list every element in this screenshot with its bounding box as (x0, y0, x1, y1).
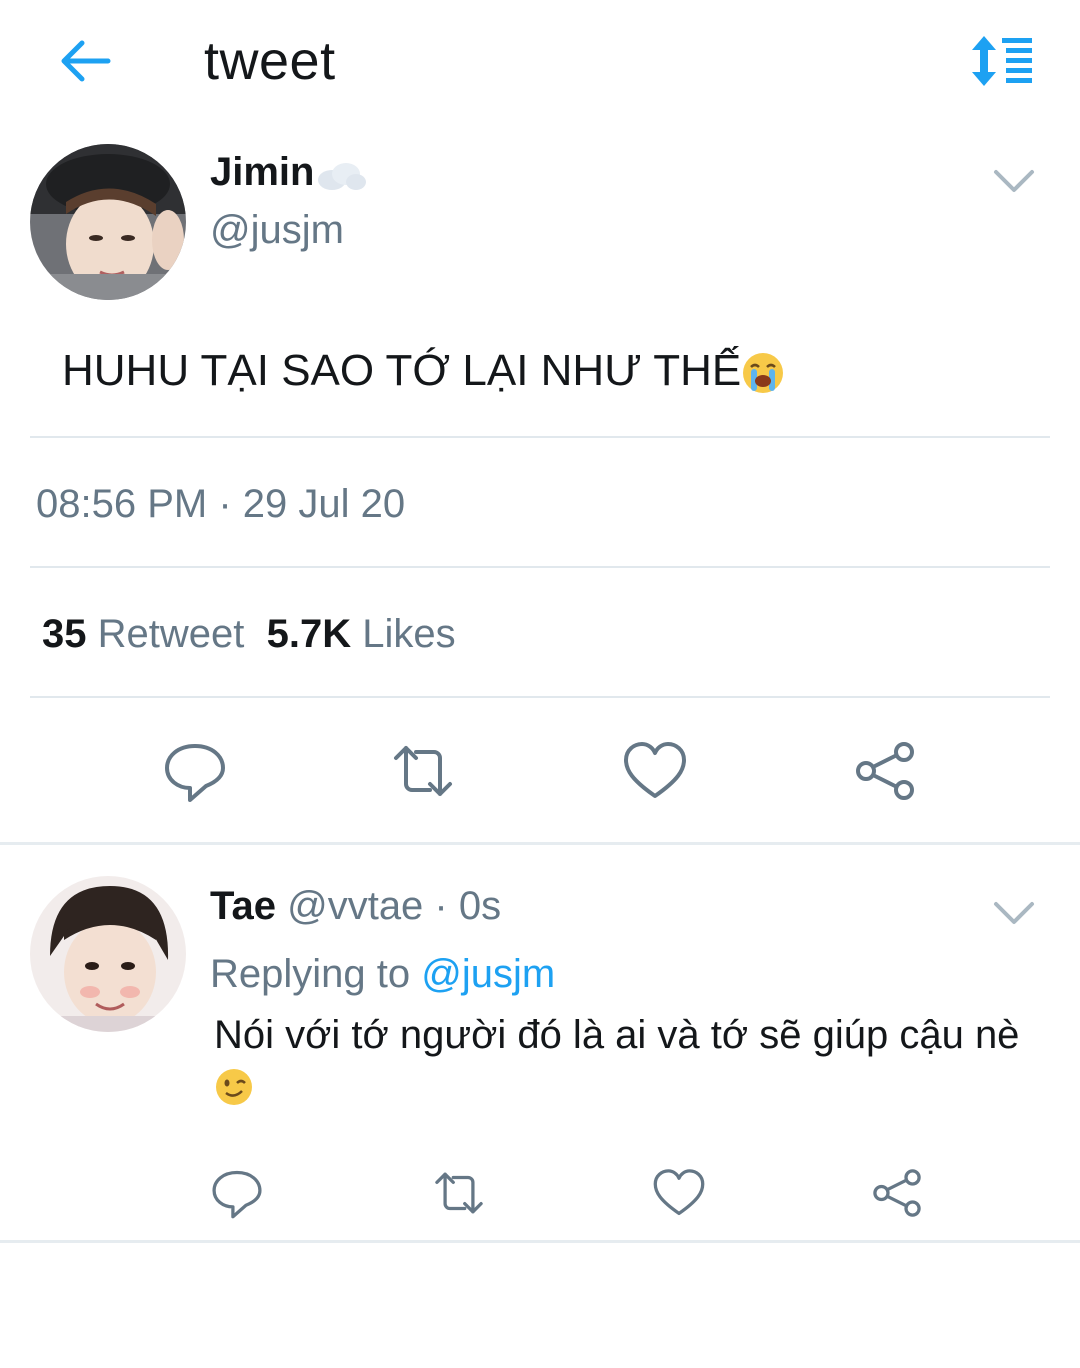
retweet-count[interactable]: 35 (42, 612, 87, 656)
share-icon[interactable] (852, 738, 918, 804)
reply-icon[interactable] (162, 738, 228, 804)
author-handle[interactable]: @jusjm (210, 208, 344, 253)
like-icon[interactable] (652, 1166, 706, 1220)
chevron-down-icon[interactable] (990, 898, 1038, 928)
divider (30, 696, 1050, 698)
like-count[interactable]: 5.7K (267, 612, 352, 656)
retweet-label[interactable]: Retweet (98, 612, 245, 656)
section-divider (0, 1240, 1080, 1243)
divider (30, 436, 1050, 438)
loudly-crying-face-icon (743, 353, 784, 394)
reply-meta[interactable]: @vvtae · 0s (287, 884, 501, 928)
reply-author: Tae @vvtae · 0s (210, 884, 501, 929)
arrow-left-icon[interactable] (56, 36, 116, 86)
retweet-icon[interactable] (390, 738, 456, 804)
retweet-icon[interactable] (432, 1166, 486, 1220)
chevron-down-icon[interactable] (990, 166, 1038, 196)
like-label[interactable]: Likes (362, 612, 455, 656)
share-icon[interactable] (870, 1166, 924, 1220)
divider (30, 566, 1050, 568)
timestamp: 08:56 PM · 29 Jul 20 (36, 482, 406, 526)
tweet-text: HUHU TẠI SAO TỚ LẠI NHƯ THẾ (62, 346, 785, 396)
avatar[interactable] (30, 144, 186, 300)
page-title: tweet (204, 31, 336, 91)
reply-author-name[interactable]: Tae (210, 884, 276, 928)
reply-icon[interactable] (210, 1166, 264, 1220)
section-divider (0, 842, 1080, 845)
author-name[interactable]: Jimin (210, 150, 314, 195)
avatar[interactable] (30, 876, 186, 1032)
replying-to: Replying to @jusjm (210, 952, 555, 997)
winking-face-icon (216, 1069, 252, 1106)
replying-handle[interactable]: @jusjm (421, 952, 555, 996)
cloud-icon (318, 163, 366, 190)
tweet-stats: 35 Retweet 5.7K Likes (42, 612, 456, 657)
like-icon[interactable] (622, 738, 688, 804)
replying-label: Replying to (210, 952, 411, 996)
sort-icon[interactable] (968, 34, 1036, 88)
reply-text: Nói với tớ người đó là ai và tớ sẽ giúp … (214, 1010, 1034, 1110)
